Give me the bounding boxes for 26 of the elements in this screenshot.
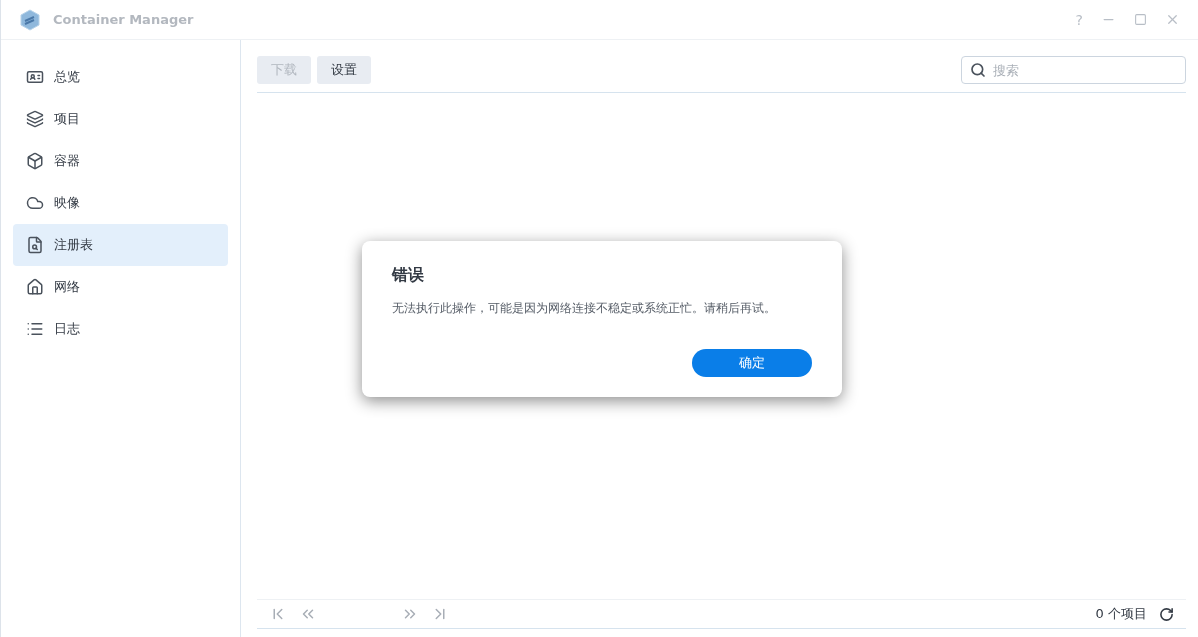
item-count: 0 个项目	[1095, 605, 1147, 623]
search-field[interactable]: 搜索	[961, 56, 1186, 84]
document-search-icon	[26, 236, 44, 254]
refresh-icon[interactable]	[1159, 606, 1174, 622]
logo-icon	[19, 8, 41, 31]
card-icon	[26, 68, 44, 86]
layers-icon	[26, 110, 44, 128]
sidebar-item[interactable]: 映像	[13, 182, 228, 224]
ok-button[interactable]: 确定	[692, 349, 812, 377]
toolbar-button[interactable]: 设置	[317, 56, 371, 84]
sidebar-item[interactable]: 项目	[13, 98, 228, 140]
dialog-title: 错误	[392, 265, 425, 286]
cube-icon	[26, 152, 44, 170]
house-icon	[26, 278, 44, 296]
sidebar-item[interactable]: 注册表	[13, 224, 228, 266]
sidebar-item[interactable]: 容器	[13, 140, 228, 182]
sidebar-item[interactable]: 日志	[13, 308, 228, 350]
cloud-icon	[26, 194, 44, 212]
dialog-message: 无法执行此操作，可能是因为网络连接不稳定或系统正忙。请稍后再试。	[392, 300, 777, 317]
list-icon	[26, 320, 44, 338]
search-icon	[970, 62, 986, 78]
maximize-icon[interactable]	[1134, 13, 1147, 26]
window-title: Container Manager	[53, 12, 195, 27]
sidebar-item[interactable]: 网络	[13, 266, 228, 308]
sidebar-item[interactable]: 总览	[13, 56, 228, 98]
close-icon[interactable]	[1165, 12, 1180, 27]
